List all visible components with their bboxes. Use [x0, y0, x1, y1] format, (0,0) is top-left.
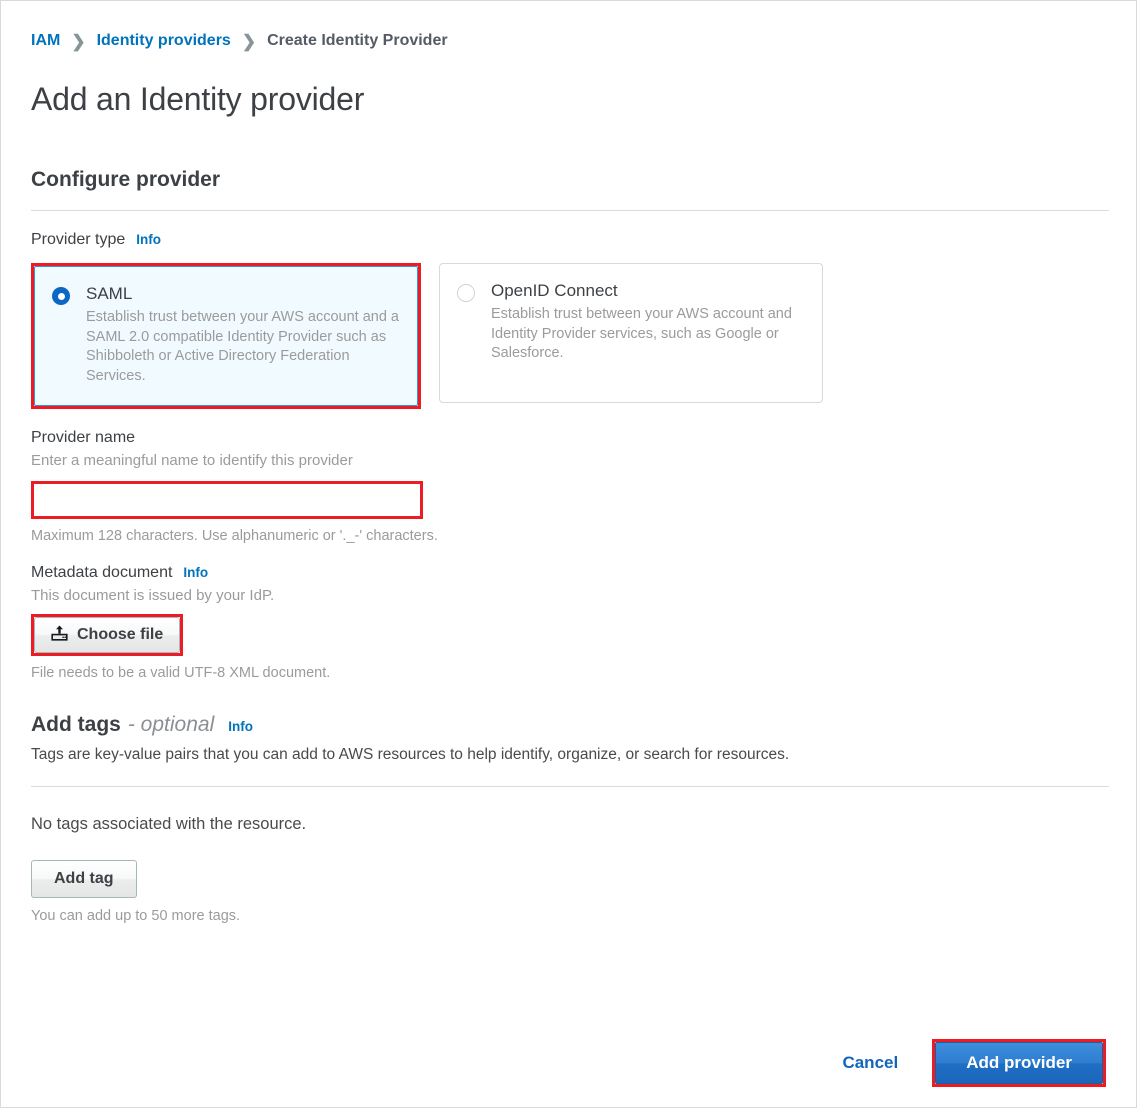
provider-type-options: SAML Establish trust between your AWS ac… — [31, 263, 1106, 409]
add-tag-button[interactable]: Add tag — [31, 860, 137, 898]
metadata-document-label: Metadata document — [31, 564, 173, 581]
tag-limit-note: You can add up to 50 more tags. — [31, 908, 241, 924]
oidc-option-wrapper: OpenID Connect Establish trust between y… — [439, 263, 823, 409]
add-provider-annotation: Add provider — [932, 1039, 1106, 1087]
add-tags-title: Add tags — [31, 713, 121, 736]
saml-option-description: Establish trust between your AWS account… — [86, 309, 399, 384]
chevron-right-icon: ❯ — [241, 31, 257, 51]
page-content: IAM ❯ Identity providers ❯ Create Identi… — [1, 1, 1136, 924]
oidc-option-title: OpenID Connect — [491, 281, 618, 300]
provider-type-info-link[interactable]: Info — [136, 232, 161, 247]
provider-name-annotation — [31, 481, 423, 519]
create-identity-provider-page: IAM ❯ Identity providers ❯ Create Identi… — [0, 0, 1137, 1108]
provider-type-option-saml[interactable]: SAML Establish trust between your AWS ac… — [34, 266, 418, 406]
provider-name-input[interactable] — [34, 484, 420, 516]
provider-type-option-openid-connect[interactable]: OpenID Connect Establish trust between y… — [439, 263, 823, 403]
provider-name-description: Enter a meaningful name to identify this… — [31, 452, 353, 469]
provider-name-label-row: Provider name — [31, 429, 1106, 447]
saml-option-annotation: SAML Establish trust between your AWS ac… — [31, 263, 421, 409]
breadcrumb-item-current: Create Identity Provider — [267, 32, 448, 49]
page-title: Add an Identity provider — [31, 81, 365, 117]
metadata-file-hint: File needs to be a valid UTF-8 XML docum… — [31, 665, 331, 681]
radio-icon-saml[interactable] — [52, 287, 70, 305]
saml-option-title: SAML — [86, 284, 133, 303]
choose-file-annotation: Choose file — [31, 614, 184, 656]
oidc-option-text: OpenID Connect Establish trust between y… — [491, 281, 806, 402]
provider-name-label: Provider name — [31, 429, 136, 446]
choose-file-button[interactable]: Choose file — [34, 617, 181, 653]
add-tags-heading-row: Add tags - optional Info — [31, 713, 1106, 737]
add-tag-button-wrapper: Add tag — [31, 860, 1106, 898]
radio-icon-openid-connect[interactable] — [457, 284, 475, 302]
section-divider — [31, 210, 1109, 211]
add-tags-optional-label: - optional — [127, 713, 215, 736]
cancel-button[interactable]: Cancel — [820, 1053, 920, 1073]
metadata-document-info-link[interactable]: Info — [183, 565, 208, 580]
metadata-document-description: This document is issued by your IdP. — [31, 587, 275, 604]
add-tags-divider — [31, 786, 1109, 787]
provider-type-label-row: Provider type Info — [31, 231, 1106, 249]
choose-file-label: Choose file — [77, 626, 164, 643]
section-title-configure-provider: Configure provider — [31, 168, 221, 191]
provider-type-label: Provider type — [31, 231, 126, 248]
form-footer: Cancel Add provider — [820, 1039, 1106, 1087]
add-tags-description: Tags are key-value pairs that you can ad… — [31, 746, 790, 763]
add-tag-label: Add tag — [54, 870, 114, 887]
tags-empty-state: No tags associated with the resource. — [31, 815, 307, 833]
oidc-option-description: Establish trust between your AWS account… — [491, 306, 792, 361]
upload-icon — [51, 625, 68, 646]
add-provider-label: Add provider — [966, 1053, 1072, 1072]
add-tags-info-link[interactable]: Info — [228, 719, 253, 734]
breadcrumb-item-identity-providers[interactable]: Identity providers — [97, 32, 231, 50]
saml-option-text: SAML Establish trust between your AWS ac… — [86, 284, 401, 405]
provider-name-constraint: Maximum 128 characters. Use alphanumeric… — [31, 528, 438, 544]
chevron-right-icon: ❯ — [71, 31, 86, 51]
breadcrumb: IAM ❯ Identity providers ❯ Create Identi… — [31, 25, 1106, 53]
add-provider-button[interactable]: Add provider — [935, 1042, 1103, 1084]
breadcrumb-item-iam[interactable]: IAM — [31, 32, 60, 50]
metadata-document-label-row: Metadata document Info — [31, 564, 1106, 582]
